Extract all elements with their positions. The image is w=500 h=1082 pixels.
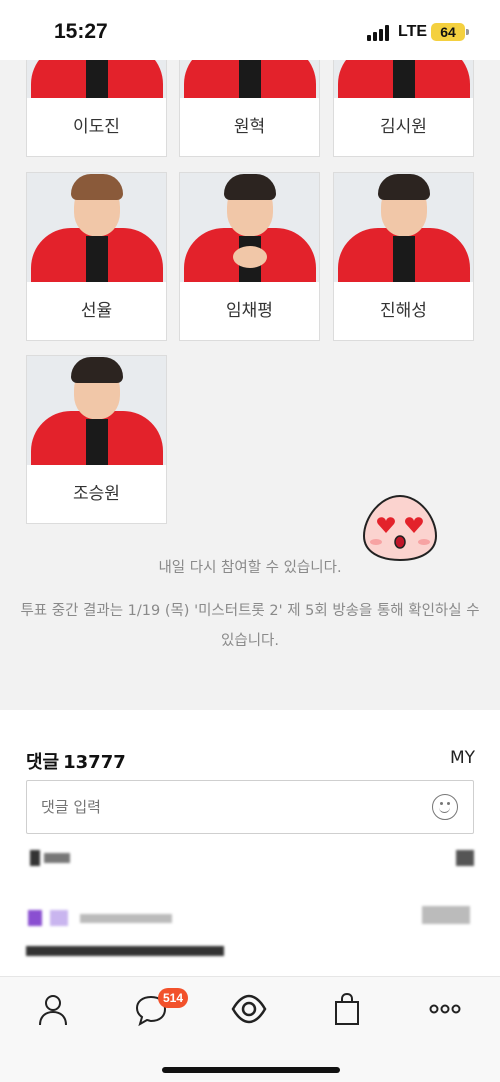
comments-title: 댓글 xyxy=(26,752,60,773)
comment-preview xyxy=(44,853,70,863)
emoji-icon[interactable] xyxy=(432,794,458,820)
comment-preview xyxy=(28,910,42,926)
candidate-card[interactable]: 임채평 xyxy=(179,172,320,341)
comment-preview xyxy=(50,910,68,926)
eye-icon[interactable] xyxy=(219,989,279,1029)
my-comments-link[interactable]: MY xyxy=(450,748,475,768)
candidate-name: 선율 xyxy=(80,301,113,321)
more-icon[interactable] xyxy=(415,989,475,1029)
battery-tip xyxy=(466,29,469,35)
comments-section: 댓글 13777 MY xyxy=(0,710,500,976)
candidate-photo xyxy=(27,173,166,282)
heart-eyes-sticker-icon xyxy=(362,494,438,562)
battery-icon: 64 xyxy=(431,23,465,41)
status-time: 15:27 xyxy=(54,20,108,43)
candidate-name: 원혁 xyxy=(233,117,266,137)
network-label: LTE xyxy=(398,23,428,40)
retry-message: 내일 다시 참여할 수 있습니다. xyxy=(158,560,342,576)
candidate-name: 조승원 xyxy=(73,484,120,504)
candidate-card[interactable]: 선율 xyxy=(26,172,167,341)
comment-input[interactable] xyxy=(26,780,474,834)
candidate-photo xyxy=(27,356,166,465)
shopping-bag-icon[interactable] xyxy=(317,989,377,1029)
candidate-name: 이도진 xyxy=(73,117,120,137)
profile-icon[interactable] xyxy=(23,989,83,1029)
comment-preview xyxy=(456,850,474,866)
home-indicator xyxy=(162,1067,340,1073)
bottom-tab-bar: 514 xyxy=(0,976,500,1082)
result-notice: 투표 중간 결과는 1/19 (목) '미스터트롯 2' 제 5회 방송을 통해… xyxy=(20,603,480,649)
candidate-photo xyxy=(334,173,473,282)
comment-preview xyxy=(422,906,470,924)
candidate-name: 김시원 xyxy=(380,117,427,137)
comments-count: 13777 xyxy=(63,752,126,773)
candidate-name: 진해성 xyxy=(380,301,427,321)
candidate-photo xyxy=(180,173,319,282)
comment-preview xyxy=(26,946,224,956)
candidate-card[interactable]: 진해성 xyxy=(333,172,474,341)
comment-preview xyxy=(80,914,172,923)
signal-icon xyxy=(367,25,393,41)
candidate-card[interactable]: 조승원 xyxy=(26,355,167,524)
chat-badge: 514 xyxy=(158,988,189,1008)
status-bar: 15:27 LTE 64 xyxy=(0,0,500,60)
comments-header: 댓글 13777 xyxy=(26,748,126,774)
candidate-name: 임채평 xyxy=(226,301,273,321)
comment-preview xyxy=(30,850,40,866)
